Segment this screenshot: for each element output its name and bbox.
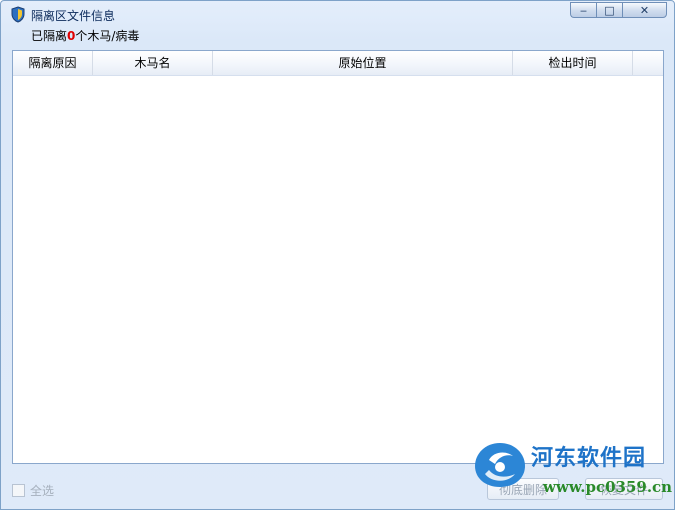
window-title: 隔离区文件信息 [31,9,116,23]
watermark-title: 河东软件园 [531,445,647,471]
watermark-url: www.pc0359.cn [543,478,673,496]
quarantine-list[interactable]: 隔离原因 木马名 原始位置 检出时间 [12,50,664,464]
select-all-label: 全选 [30,484,55,498]
quarantine-summary: 已隔离0个木马/病毒 [31,27,139,44]
minimize-button[interactable]: ‒ [570,2,596,18]
column-header-reason[interactable]: 隔离原因 [13,51,93,75]
column-header-original-location[interactable]: 原始位置 [213,51,513,75]
shield-icon [10,6,26,23]
select-all-checkbox[interactable] [12,484,25,497]
close-icon: ✕ [639,3,650,17]
watermark: 河东软件园 www.pc0359.cn [471,438,673,504]
maximize-icon: □ [604,3,615,17]
list-header: 隔离原因 木马名 原始位置 检出时间 [13,51,663,76]
minimize-icon: ‒ [580,3,587,17]
quarantine-window: 隔离区文件信息 ‒ □ ✕ 已隔离0个木马/病毒 隔离原因 木马名 原始位置 检… [0,0,675,510]
column-header-trojan-name[interactable]: 木马名 [93,51,213,75]
list-body[interactable] [13,76,663,463]
summary-suffix: 个木马/病毒 [75,29,140,43]
column-header-detect-time[interactable]: 检出时间 [513,51,633,75]
title-bar[interactable]: 隔离区文件信息 ‒ □ ✕ [1,1,674,27]
select-all[interactable]: 全选 [12,482,54,499]
window-controls: ‒ □ ✕ [570,2,667,20]
summary-prefix: 已隔离 [31,29,68,43]
logo-icon [471,440,529,493]
close-button[interactable]: ✕ [622,2,667,18]
maximize-button[interactable]: □ [596,2,622,18]
